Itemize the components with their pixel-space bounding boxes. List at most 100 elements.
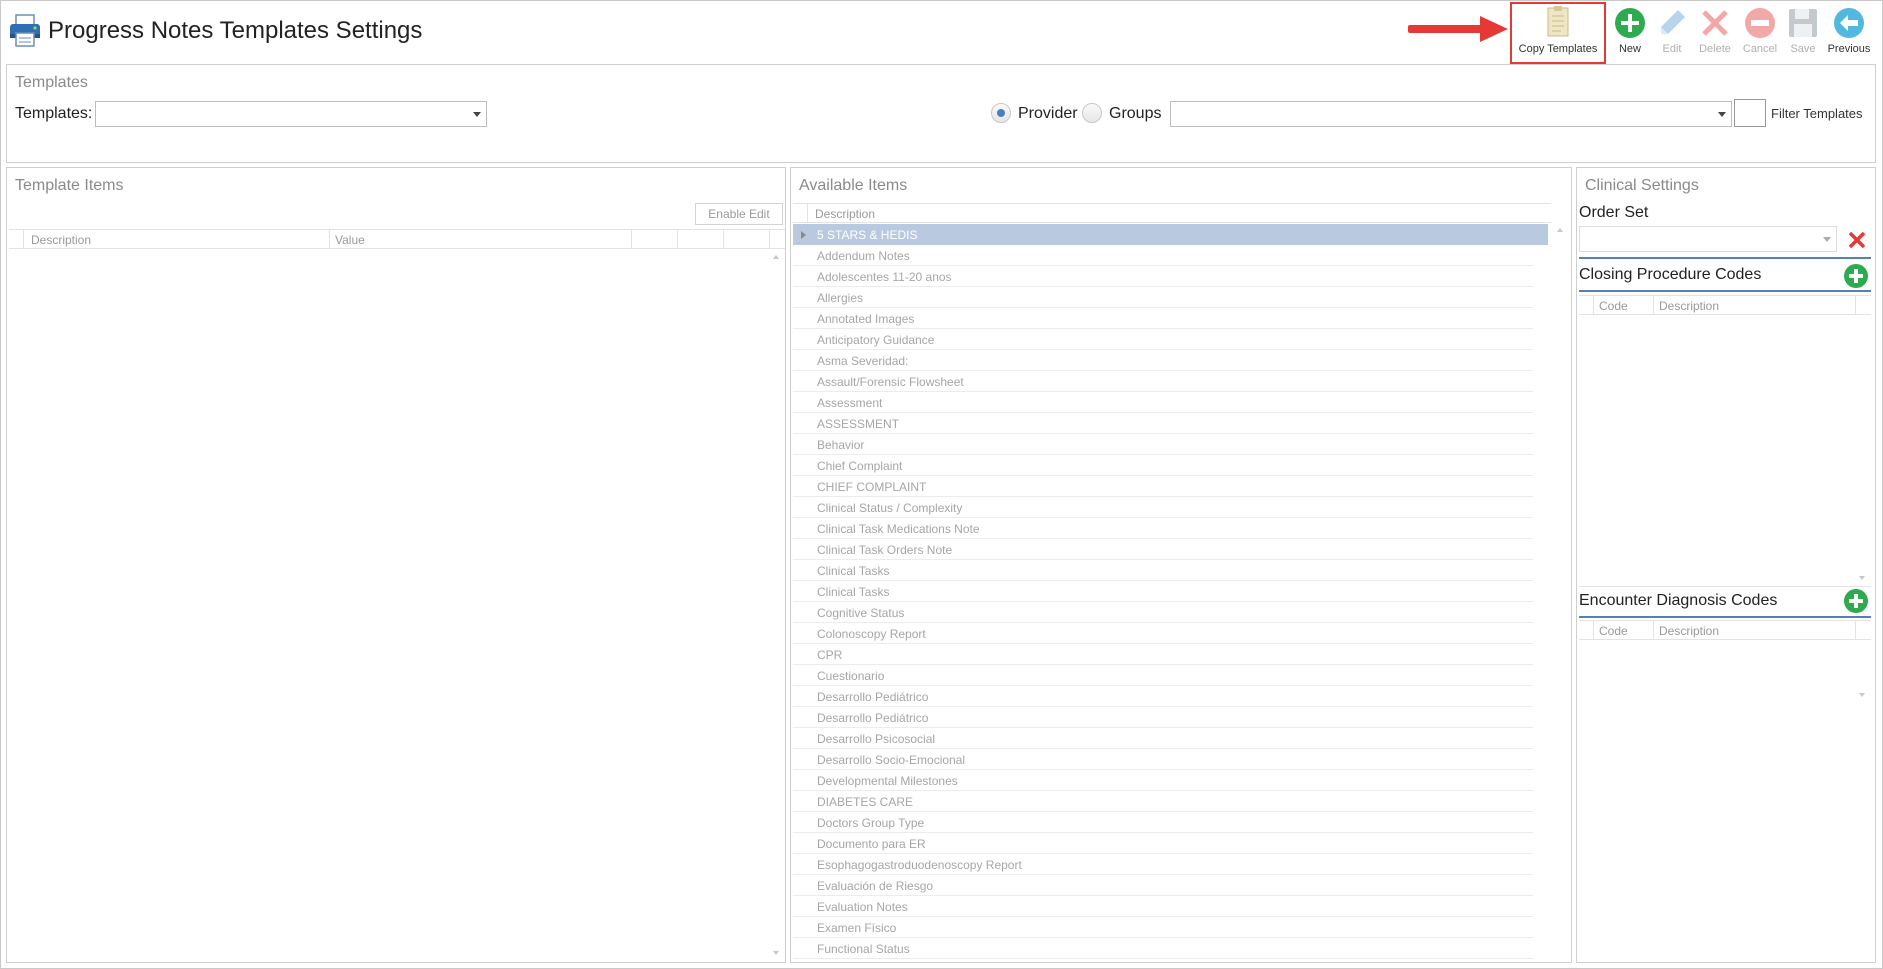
col-description[interactable]: Description [1659, 299, 1719, 313]
list-item[interactable]: Anticipatory Guidance [793, 329, 1533, 350]
list-item[interactable]: Cuestionario [793, 665, 1533, 686]
order-set-dropdown[interactable] [1579, 226, 1837, 252]
add-encounter-diagnosis-icon[interactable] [1843, 588, 1869, 614]
list-item-label: Asma Severidad: [817, 354, 909, 368]
pencil-icon [1661, 10, 1685, 34]
list-item[interactable]: Evaluation Notes [793, 896, 1533, 917]
list-item-label: Developmental Milestones [817, 774, 958, 788]
add-closing-procedure-icon[interactable] [1843, 263, 1869, 289]
list-item[interactable]: Functional Status [793, 938, 1533, 959]
list-item[interactable]: Evaluación de Riesgo [793, 875, 1533, 896]
chevron-down-icon [473, 112, 481, 117]
col-description[interactable]: Description [1659, 624, 1719, 638]
list-item-label: Assault/Forensic Flowsheet [817, 375, 964, 389]
order-set-label: Order Set [1579, 204, 1649, 221]
clear-order-set-icon[interactable] [1847, 230, 1867, 250]
list-item-label: Desarrollo Pediátrico [817, 690, 929, 704]
chevron-down-icon [1823, 237, 1831, 242]
list-item[interactable]: Chief Complaint [793, 455, 1533, 476]
list-item-label: Clinical Status / Complexity [817, 501, 963, 515]
col-value[interactable]: Value [335, 233, 365, 247]
template-items-title: Template Items [15, 177, 124, 194]
list-item-label: 5 STARS & HEDIS [817, 228, 918, 242]
available-items-list: 5 STARS & HEDIS Addendum Notes Adolescente… [793, 224, 1549, 960]
list-item[interactable]: Clinical Task Medications Note [793, 518, 1533, 539]
provider-label: Provider [1018, 105, 1078, 122]
templates-label: Templates: [15, 105, 93, 122]
col-description[interactable]: Description [31, 233, 91, 247]
list-item[interactable]: Behavior [793, 434, 1533, 455]
list-item[interactable]: Clinical Task Orders Note [793, 539, 1533, 560]
list-item[interactable]: Desarrollo Pediátrico [793, 686, 1533, 707]
list-item[interactable]: Adolescentes 11-20 anos [793, 266, 1533, 287]
filter-templates-checkbox[interactable] [1734, 99, 1766, 127]
list-item[interactable]: Addendum Notes [793, 245, 1533, 266]
list-item[interactable]: ASSESSMENT [793, 413, 1533, 434]
list-item[interactable]: Clinical Status / Complexity [793, 497, 1533, 518]
list-item[interactable]: Annotated Images [793, 308, 1533, 329]
template-items-scrollbar[interactable] [769, 251, 785, 959]
list-item[interactable]: Documento para ER [793, 833, 1533, 854]
list-item[interactable]: Asma Severidad: [793, 350, 1533, 371]
list-item[interactable]: Developmental Milestones [793, 770, 1533, 791]
list-item-label: Desarrollo Pediátrico [817, 711, 929, 725]
col-description[interactable]: Description [815, 207, 875, 221]
list-item[interactable]: Esophagogastroduodenoscopy Report [793, 854, 1533, 875]
list-item[interactable]: Desarrollo Socio-Emocional [793, 749, 1533, 770]
list-item-label: Anticipatory Guidance [817, 333, 935, 347]
encounter-codes-scrollbar[interactable] [1855, 641, 1871, 701]
save-label: Save [1790, 43, 1816, 55]
list-item-label: Doctors Group Type [817, 816, 925, 830]
closing-procedure-codes-title: Closing Procedure Codes [1579, 266, 1762, 283]
groups-dropdown[interactable] [1170, 101, 1732, 127]
list-item[interactable]: CHIEF COMPLAINT [793, 476, 1533, 497]
available-items-scrollbar[interactable] [1553, 224, 1569, 524]
list-item[interactable]: Clinical Tasks [793, 581, 1533, 602]
copy-templates-highlight [1510, 2, 1606, 64]
edit-label: Edit [1662, 43, 1682, 55]
plus-circle-icon [1615, 8, 1645, 38]
divider [1579, 257, 1871, 259]
templates-panel: Templates Templates: Provider Groups Fil… [6, 64, 1876, 163]
list-item-label: Clinical Task Orders Note [817, 543, 953, 557]
filter-templates-label: Filter Templates [1771, 106, 1863, 121]
groups-radio[interactable] [1082, 103, 1102, 123]
page-title: Progress Notes Templates Settings [48, 17, 423, 44]
delete-button[interactable]: Delete [1692, 4, 1738, 60]
list-item[interactable]: Cognitive Status [793, 602, 1533, 623]
col-code[interactable]: Code [1599, 299, 1628, 313]
list-item-label: Esophagogastroduodenoscopy Report [817, 858, 1022, 872]
list-item[interactable]: Colonoscopy Report [793, 623, 1533, 644]
list-item[interactable]: 5 STARS & HEDIS [793, 224, 1548, 245]
list-item[interactable]: Assault/Forensic Flowsheet [793, 371, 1533, 392]
cancel-button[interactable]: Cancel [1738, 4, 1782, 60]
list-item[interactable]: CPR [793, 644, 1533, 665]
new-button[interactable]: New [1608, 4, 1652, 60]
edit-button[interactable]: Edit [1652, 4, 1692, 60]
list-item[interactable]: DIABETES CARE [793, 791, 1533, 812]
minus-circle-icon [1745, 8, 1775, 38]
list-item-label: Annotated Images [817, 312, 915, 326]
delete-label: Delete [1699, 43, 1731, 55]
list-item-label: Clinical Tasks [817, 564, 890, 578]
list-item-label: Behavior [817, 438, 865, 452]
list-item-label: Examen Físico [817, 921, 897, 935]
enable-edit-button[interactable]: Enable Edit [695, 203, 783, 225]
templates-dropdown[interactable] [95, 101, 487, 127]
list-item[interactable]: Assessment [793, 392, 1533, 413]
list-item[interactable]: Doctors Group Type [793, 812, 1533, 833]
closing-codes-scrollbar[interactable] [1855, 316, 1871, 584]
list-item[interactable]: Desarrollo Psicosocial [793, 728, 1533, 749]
arrow-left-circle-icon [1834, 8, 1864, 38]
list-item[interactable]: Desarrollo Pediátrico [793, 707, 1533, 728]
col-code[interactable]: Code [1599, 624, 1628, 638]
list-item[interactable]: Examen Físico [793, 917, 1533, 938]
save-button[interactable]: Save [1782, 4, 1824, 60]
list-item[interactable]: Allergies [793, 287, 1533, 308]
list-item[interactable]: Clinical Tasks [793, 560, 1533, 581]
divider [1579, 586, 1871, 587]
divider [1579, 616, 1871, 618]
provider-radio[interactable] [991, 103, 1011, 123]
closing-codes-header: Code Description [1579, 295, 1871, 315]
previous-button[interactable]: Previous [1824, 4, 1874, 60]
